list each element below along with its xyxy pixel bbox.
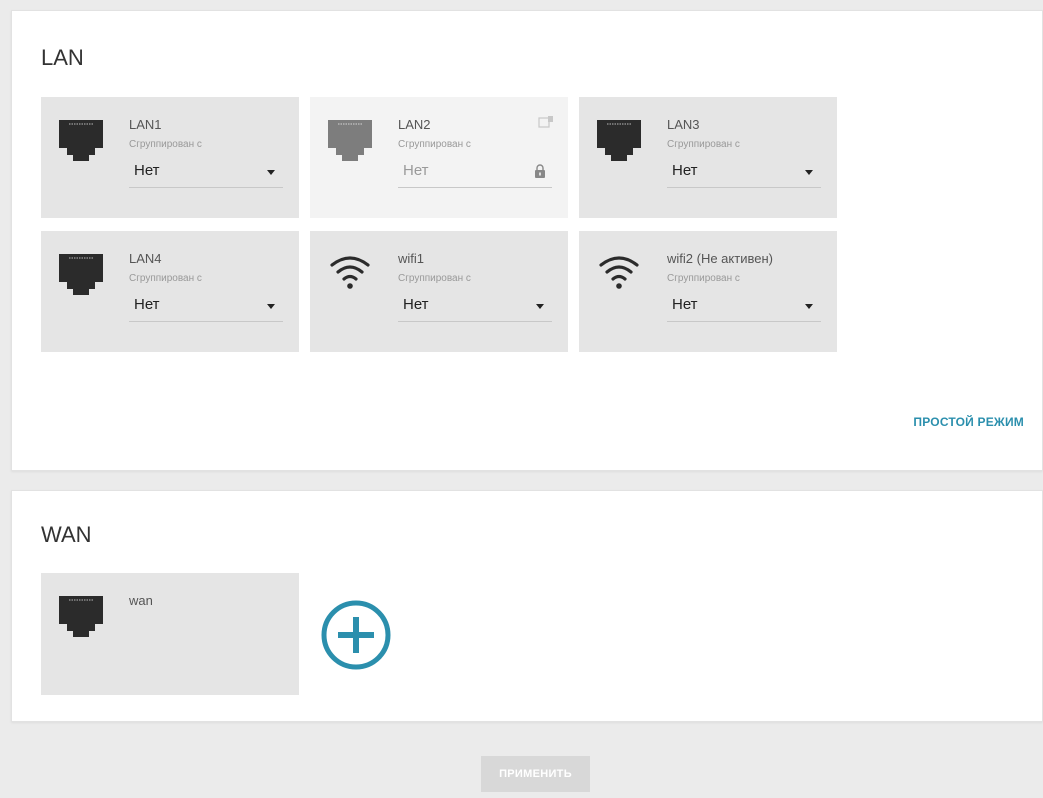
ethernet-port-icon xyxy=(597,120,641,161)
group-label: Сгруппирован с xyxy=(398,139,471,150)
group-select-value: Нет xyxy=(134,296,160,313)
port-card-wan[interactable]: wan xyxy=(41,573,299,695)
port-name: LAN2 xyxy=(398,117,431,132)
port-card-lan2: LAN2 Сгруппирован с Нет xyxy=(310,97,568,218)
group-select-lan3[interactable]: Нет xyxy=(667,154,821,188)
wan-section-title: WAN xyxy=(41,522,92,547)
caret-down-icon xyxy=(805,170,813,175)
caret-down-icon xyxy=(267,304,275,309)
group-label: Сгруппирован с xyxy=(667,273,740,284)
group-select-value: Нет xyxy=(134,162,160,179)
simple-mode-link[interactable]: ПРОСТОЙ РЕЖИМ xyxy=(913,415,1024,429)
group-label: Сгруппирован с xyxy=(129,139,202,150)
port-name: LAN1 xyxy=(129,117,162,132)
plus-circle-icon[interactable] xyxy=(319,598,393,672)
port-name: LAN4 xyxy=(129,251,162,266)
caret-down-icon xyxy=(805,304,813,309)
lan-panel: LAN LAN1 Сгруппирован с Нет LAN2 Сгруппи… xyxy=(11,10,1043,471)
lock-icon xyxy=(535,164,545,178)
port-name: LAN3 xyxy=(667,117,700,132)
port-card-wifi2: wifi2 (Не активен) Сгруппирован с Нет xyxy=(579,231,837,352)
lan-section-title: LAN xyxy=(41,45,84,70)
group-select-value: Нет xyxy=(403,296,429,313)
group-label: Сгруппирован с xyxy=(667,139,740,150)
group-select-lan1[interactable]: Нет xyxy=(129,154,283,188)
port-card-wifi1: wifi1 Сгруппирован с Нет xyxy=(310,231,568,352)
caret-down-icon xyxy=(267,170,275,175)
port-name: wifi1 xyxy=(398,251,425,266)
ethernet-port-icon xyxy=(328,120,372,161)
group-select-value: Нет xyxy=(672,296,698,313)
wifi-icon xyxy=(599,256,639,289)
port-name: wan xyxy=(129,593,153,608)
ethernet-port-icon xyxy=(59,254,103,295)
wan-panel: WAN wan xyxy=(11,490,1043,722)
ethernet-port-icon xyxy=(59,120,103,161)
uplink-port-icon xyxy=(538,116,553,128)
group-select-lan4[interactable]: Нет xyxy=(129,288,283,322)
group-select-value: Нет xyxy=(403,162,429,179)
apply-button[interactable]: ПРИМЕНИТЬ xyxy=(481,756,590,792)
ethernet-port-icon xyxy=(59,596,103,637)
group-select-wifi2[interactable]: Нет xyxy=(667,288,821,322)
port-card-lan4: LAN4 Сгруппирован с Нет xyxy=(41,231,299,352)
wifi-icon xyxy=(330,256,370,289)
group-select-value: Нет xyxy=(672,162,698,179)
group-label: Сгруппирован с xyxy=(129,273,202,284)
group-label: Сгруппирован с xyxy=(398,273,471,284)
group-select-wifi1[interactable]: Нет xyxy=(398,288,552,322)
caret-down-icon xyxy=(536,304,544,309)
port-card-lan1: LAN1 Сгруппирован с Нет xyxy=(41,97,299,218)
port-card-lan3: LAN3 Сгруппирован с Нет xyxy=(579,97,837,218)
group-select-lan2: Нет xyxy=(398,154,552,188)
port-name: wifi2 (Не активен) xyxy=(667,251,773,266)
